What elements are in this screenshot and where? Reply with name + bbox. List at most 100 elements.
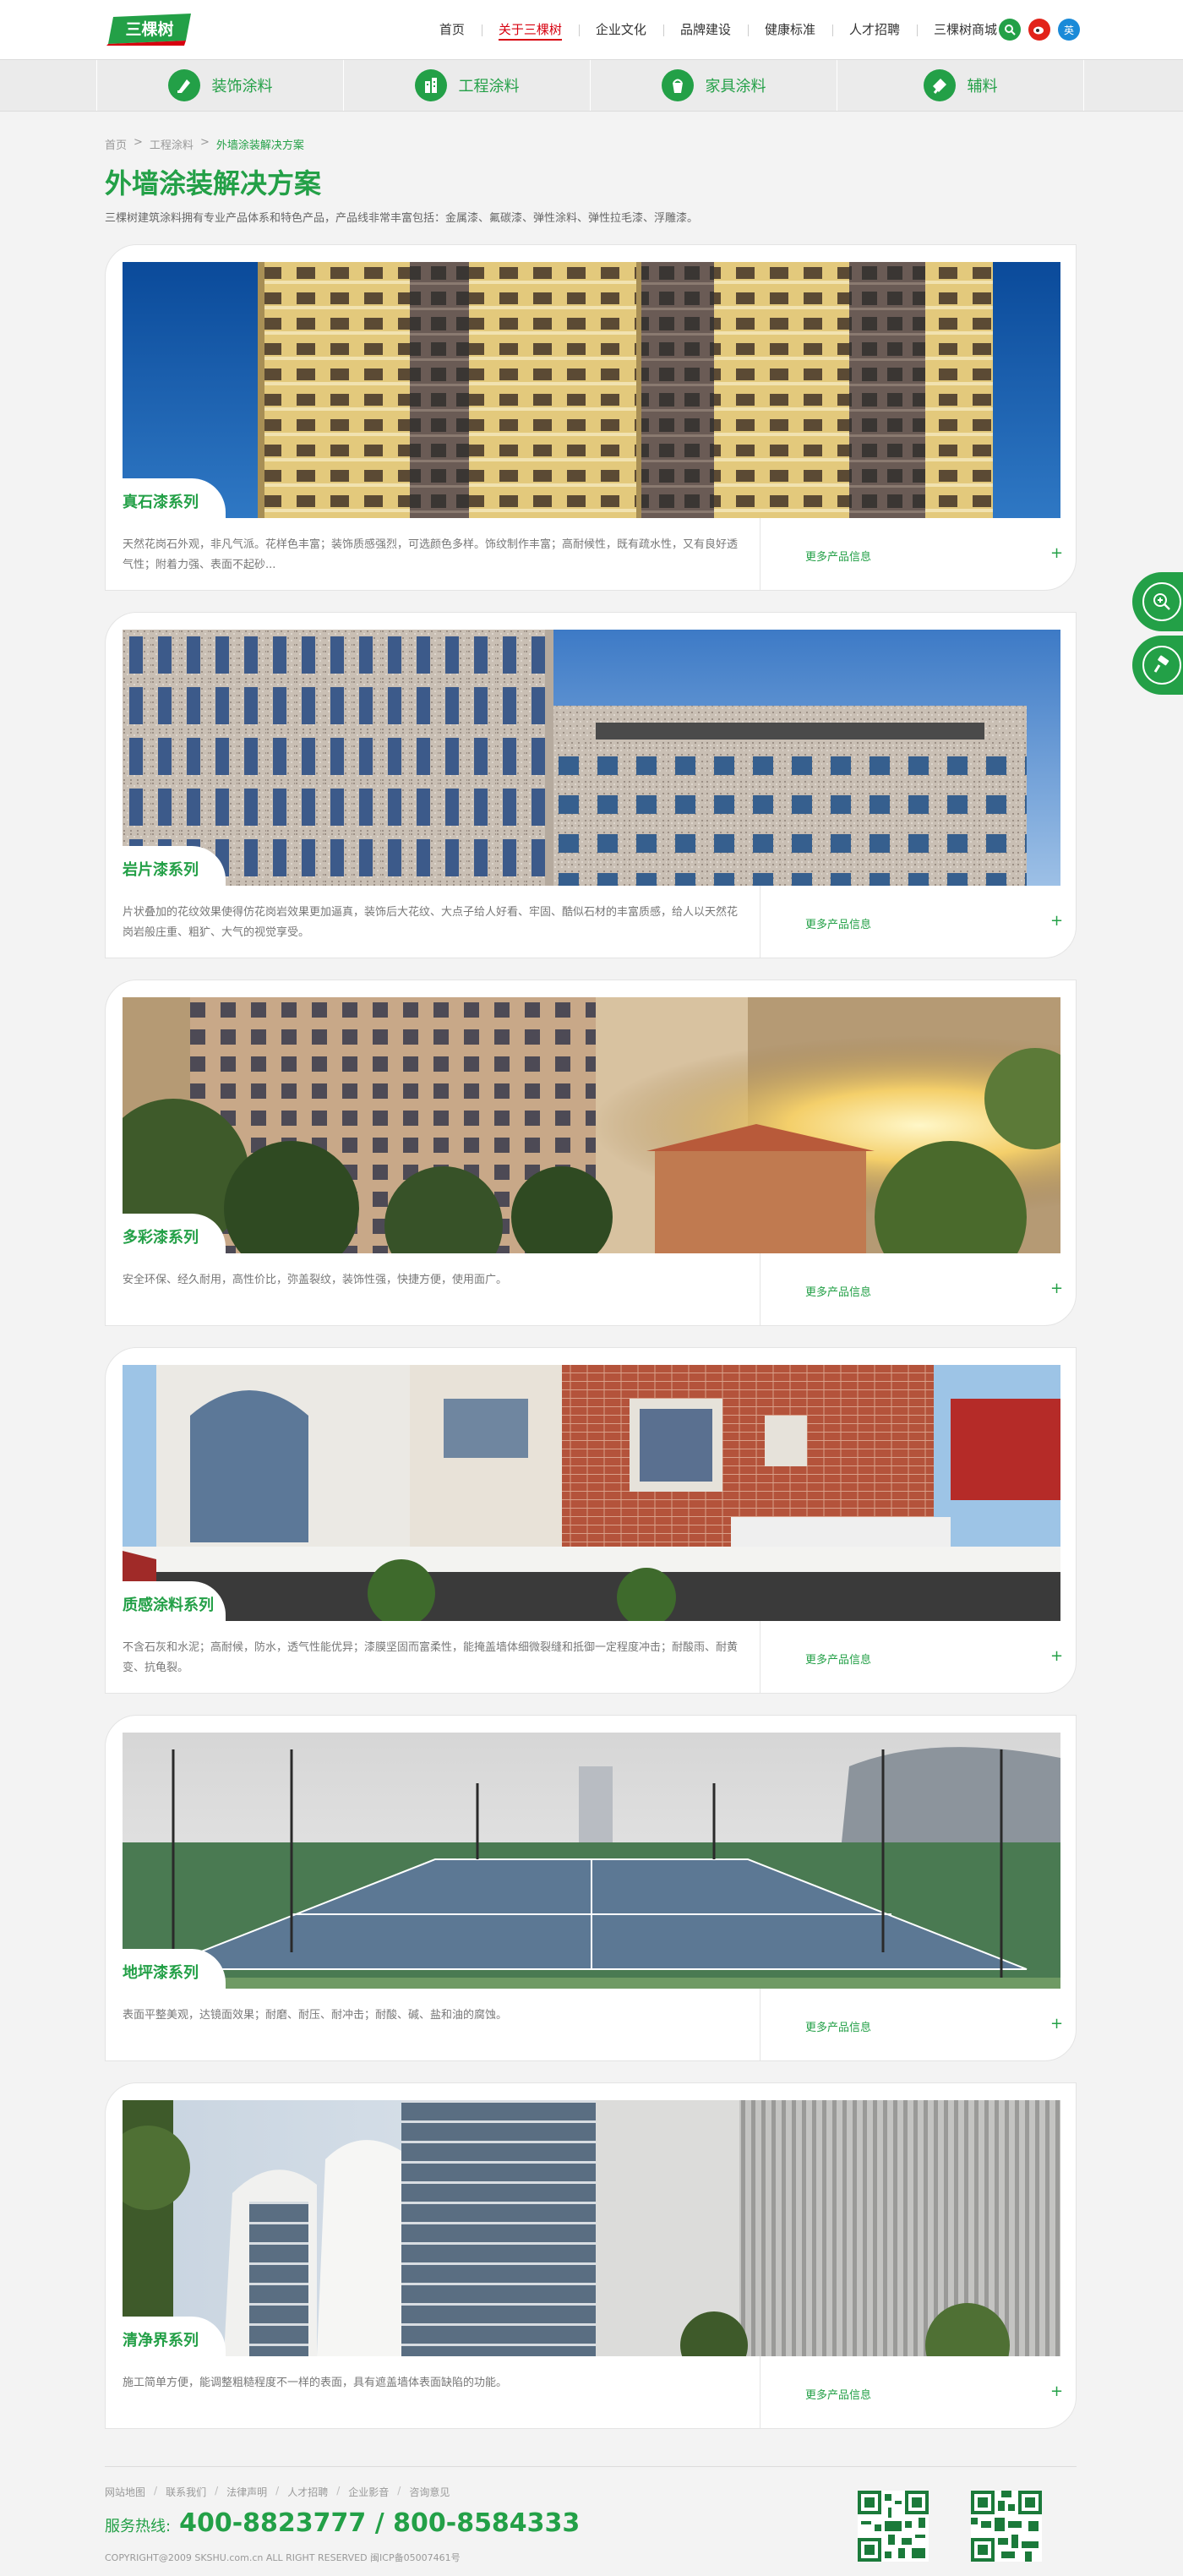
breadcrumb-home[interactable]: 首页 bbox=[105, 136, 127, 152]
nav-health[interactable]: 健康标准 bbox=[747, 0, 832, 59]
product-title: 真石漆系列 bbox=[123, 494, 199, 511]
nav-label: 品牌建设 bbox=[679, 22, 731, 37]
category-decor-paint[interactable]: 装饰涂料 bbox=[97, 60, 343, 111]
separator: / bbox=[275, 2485, 280, 2497]
product-title: 岩片漆系列 bbox=[123, 861, 199, 879]
plus-icon[interactable]: + bbox=[1050, 544, 1063, 562]
nav-culture[interactable]: 企业文化 bbox=[578, 0, 663, 59]
footer-link-sitemap[interactable]: 网站地图 bbox=[105, 2485, 145, 2499]
paint-roller-icon bbox=[1142, 646, 1181, 685]
product-image-modern-facade[interactable] bbox=[123, 2100, 1060, 2356]
nav-label: 人才招聘 bbox=[848, 22, 900, 37]
paint-brush-icon bbox=[167, 69, 200, 101]
breadcrumb-separator: > bbox=[199, 136, 210, 149]
breadcrumb: 首页 > 工程涂料 > 外墙涂装解决方案 bbox=[105, 136, 304, 152]
product-description: 表面平整美观，达镜面效果；耐磨、耐压、耐冲击；耐酸、碱、盐和油的腐蚀。 bbox=[123, 2009, 508, 2022]
site-header: 三棵树 首页 关于三棵树 企业文化 品牌建设 健康标准 人才招聘 三棵树商城 英 bbox=[0, 0, 1183, 59]
footer-link-legal[interactable]: 法律声明 bbox=[226, 2485, 267, 2499]
plus-icon[interactable]: + bbox=[1050, 912, 1063, 930]
brand-logo[interactable]: 三棵树 bbox=[105, 12, 194, 46]
product-title: 质感涂料系列 bbox=[123, 1596, 214, 1614]
nav-label: 三棵树商城 bbox=[933, 22, 997, 37]
product-image-brick-villa[interactable] bbox=[123, 1365, 1060, 1621]
product-image-residential-sunset[interactable] bbox=[123, 997, 1060, 1253]
divider bbox=[1083, 60, 1084, 111]
product-card: 真石漆系列 天然花岗石外观，非凡气派。花样色丰富；装饰质感强烈，可选颜色多样。饰… bbox=[105, 244, 1077, 591]
language-icon[interactable]: 英 bbox=[1058, 19, 1080, 41]
product-card: 岩片漆系列 片状叠加的花纹效果使得仿花岗岩效果更加逼真，装饰后大花纹、大点子给人… bbox=[105, 612, 1077, 958]
page-title: 外墙涂装解决方案 bbox=[105, 167, 322, 199]
separator: / bbox=[215, 2485, 219, 2497]
product-description: 片状叠加的花纹效果使得仿花岗岩效果更加逼真，装饰后大花纹、大点子给人好看、牢固、… bbox=[123, 906, 739, 939]
category-furniture-paint[interactable]: 家具涂料 bbox=[591, 60, 837, 111]
category-engineering-paint[interactable]: 工程涂料 bbox=[344, 60, 590, 111]
category-label: 辅料 bbox=[967, 78, 998, 96]
nav-label: 企业文化 bbox=[595, 22, 646, 37]
paint-bucket-icon bbox=[661, 69, 694, 101]
plus-icon[interactable]: + bbox=[1050, 1647, 1063, 1665]
footer-divider bbox=[105, 2466, 1077, 2467]
copyright: COPYRIGHT@2009 SKSHU.com.cn ALL RIGHT RE… bbox=[105, 2552, 461, 2563]
logo-text: 三棵树 bbox=[125, 19, 173, 39]
nav-about[interactable]: 关于三棵树 bbox=[481, 0, 579, 59]
search-icon[interactable] bbox=[999, 19, 1021, 41]
category-bar: 装饰涂料 工程涂料 家具涂料 辅料 bbox=[0, 59, 1183, 112]
plus-icon[interactable]: + bbox=[1050, 2015, 1063, 2033]
trowel-icon bbox=[923, 69, 956, 101]
category-label: 装饰涂料 bbox=[211, 78, 273, 96]
category-accessories[interactable]: 辅料 bbox=[837, 60, 1083, 111]
footer-link-careers[interactable]: 人才招聘 bbox=[287, 2485, 328, 2499]
side-zoom-button[interactable] bbox=[1132, 572, 1183, 631]
product-description: 天然花岗石外观，非凡气派。花样色丰富；装饰质感强烈，可选颜色多样。饰纹制作丰富；… bbox=[123, 538, 739, 571]
product-image-granite-buildings[interactable] bbox=[123, 630, 1060, 886]
nav-brand[interactable]: 品牌建设 bbox=[662, 0, 748, 59]
product-description: 施工简单方便，能调整粗糙程度不一样的表面，具有遮盖墙体表面缺陷的功能。 bbox=[123, 2377, 508, 2389]
product-card: 地坪漆系列 表面平整美观，达镜面效果；耐磨、耐压、耐冲击；耐酸、碱、盐和油的腐蚀… bbox=[105, 1715, 1077, 2061]
separator: / bbox=[397, 2485, 401, 2497]
more-info-link[interactable]: 更多产品信息 bbox=[805, 2386, 871, 2402]
more-info-link[interactable]: 更多产品信息 bbox=[805, 2018, 871, 2034]
nav-careers[interactable]: 人才招聘 bbox=[831, 0, 917, 59]
footer-links: 网站地图 / 联系我们 / 法律声明 / 人才招聘 / 企业影音 / 咨询意见 bbox=[105, 2485, 450, 2499]
category-label: 家具涂料 bbox=[705, 78, 766, 96]
breadcrumb-separator: > bbox=[134, 136, 143, 149]
breadcrumb-engineering[interactable]: 工程涂料 bbox=[150, 136, 194, 152]
plus-icon[interactable]: + bbox=[1050, 1280, 1063, 1297]
footer-link-feedback[interactable]: 咨询意见 bbox=[409, 2485, 450, 2499]
product-image-tennis-court[interactable] bbox=[123, 1733, 1060, 1989]
zoom-search-icon bbox=[1142, 582, 1181, 621]
more-info-link[interactable]: 更多产品信息 bbox=[805, 1651, 871, 1667]
page-intro: 三棵树建筑涂料拥有专业产品体系和特色产品，产品线非常丰富包括：金属漆、氟碳漆、弹… bbox=[105, 212, 699, 225]
more-info-link[interactable]: 更多产品信息 bbox=[805, 548, 871, 564]
breadcrumb-current: 外墙涂装解决方案 bbox=[215, 139, 304, 152]
footer-link-contact[interactable]: 联系我们 bbox=[166, 2485, 206, 2499]
product-description: 不含石灰和水泥；高耐候，防水，透气性能优异；漆膜坚固而富柔性，能掩盖墙体细微裂缝… bbox=[123, 1641, 739, 1674]
more-info-link[interactable]: 更多产品信息 bbox=[805, 915, 871, 931]
language-label: 英 bbox=[1063, 24, 1074, 36]
product-title: 清净界系列 bbox=[123, 2332, 199, 2350]
product-image-apartment-towers[interactable] bbox=[123, 262, 1060, 518]
main-nav: 首页 关于三棵树 企业文化 品牌建设 健康标准 人才招聘 三棵树商城 bbox=[422, 0, 1014, 59]
side-paint-button[interactable] bbox=[1132, 636, 1183, 695]
product-card: 清净界系列 施工简单方便，能调整粗糙程度不一样的表面，具有遮盖墙体表面缺陷的功能… bbox=[105, 2082, 1077, 2429]
product-card: 质感涂料系列 不含石灰和水泥；高耐候，防水，透气性能优异；漆膜坚固而富柔性，能掩… bbox=[105, 1347, 1077, 1694]
product-card: 多彩漆系列 安全环保、经久耐用，高性价比，弥盖裂纹，装饰性强，快捷方便，使用面广… bbox=[105, 980, 1077, 1326]
hotline-label: 服务热线: bbox=[105, 2518, 172, 2535]
category-label: 工程涂料 bbox=[458, 78, 520, 96]
header-icons: 英 bbox=[999, 19, 1080, 41]
nav-label: 健康标准 bbox=[764, 22, 815, 37]
hotline-numbers: 400-8823777 / 800-8584333 bbox=[179, 2508, 581, 2538]
weibo-icon[interactable] bbox=[1028, 19, 1050, 41]
nav-label: 关于三棵树 bbox=[498, 22, 562, 41]
more-info-link[interactable]: 更多产品信息 bbox=[805, 1283, 871, 1299]
qr-code-wechat bbox=[971, 2491, 1042, 2562]
product-title: 地坪漆系列 bbox=[123, 1964, 199, 1982]
plus-icon[interactable]: + bbox=[1050, 2382, 1063, 2400]
footer-link-media[interactable]: 企业影音 bbox=[348, 2485, 389, 2499]
separator: / bbox=[336, 2485, 341, 2497]
nav-label: 首页 bbox=[439, 22, 465, 37]
product-description: 安全环保、经久耐用，高性价比，弥盖裂纹，装饰性强，快捷方便，使用面广。 bbox=[123, 1274, 508, 1286]
qr-code-weibo bbox=[858, 2491, 929, 2562]
nav-home[interactable]: 首页 bbox=[422, 0, 482, 59]
product-title: 多彩漆系列 bbox=[123, 1229, 199, 1247]
